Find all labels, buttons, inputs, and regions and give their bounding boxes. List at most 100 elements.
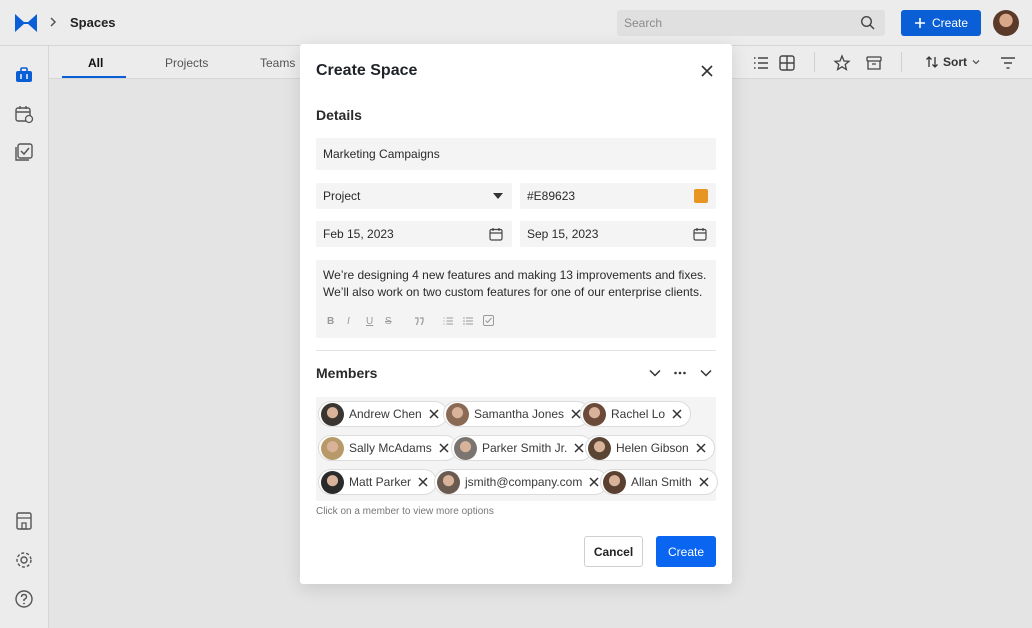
checklist-icon[interactable] [14, 142, 34, 162]
color-hex-input[interactable]: #E89623 [520, 183, 716, 209]
start-date-input[interactable]: Feb 15, 2023 [316, 221, 512, 247]
tab-teams[interactable]: Teams [260, 56, 295, 70]
toolbar-divider [814, 52, 815, 72]
building-icon[interactable] [14, 511, 34, 531]
remove-member-icon[interactable] [417, 476, 429, 488]
remove-member-icon[interactable] [573, 442, 585, 454]
create-button[interactable]: Create [901, 10, 981, 36]
sidebar [0, 46, 49, 628]
create-space-dialog: Create Space Details Marketing Campaigns… [300, 44, 732, 584]
app-logo-icon[interactable] [14, 11, 38, 35]
member-avatar [454, 436, 477, 460]
sort-button[interactable]: Sort [925, 55, 981, 69]
settings-gear-icon[interactable] [14, 550, 34, 570]
member-chip[interactable]: jsmith@company.com [434, 469, 609, 495]
member-chip[interactable]: Parker Smith Jr. [451, 435, 594, 461]
color-hex-value: #E89623 [527, 189, 576, 203]
create-button-label: Create [931, 16, 969, 30]
help-icon[interactable] [14, 589, 34, 609]
ordered-list-icon[interactable] [443, 316, 453, 326]
space-name-value: Marketing Campaigns [323, 147, 440, 161]
member-name: Andrew Chen [349, 407, 422, 421]
remove-member-icon[interactable] [438, 442, 450, 454]
remove-member-icon[interactable] [428, 408, 440, 420]
description-text[interactable]: We’re designing 4 new features and makin… [323, 267, 713, 301]
member-avatar [603, 470, 626, 494]
section-divider [316, 350, 716, 351]
details-heading: Details [316, 107, 362, 123]
search-input[interactable]: Search [617, 10, 885, 36]
calendar-icon[interactable] [693, 227, 707, 241]
plus-icon [914, 18, 925, 28]
members-heading: Members [316, 365, 378, 381]
calendar-clock-icon[interactable] [14, 104, 34, 124]
toolbar-divider [901, 52, 902, 72]
italic-button[interactable]: I [347, 316, 350, 327]
member-avatar [437, 470, 460, 494]
member-name: jsmith@company.com [465, 475, 583, 489]
sort-label: Sort [943, 55, 967, 69]
top-bar: Spaces Search Create [0, 0, 1032, 46]
active-tab-indicator [62, 76, 126, 78]
member-name: Allan Smith [631, 475, 692, 489]
collapse-members-icon[interactable] [699, 366, 713, 380]
dialog-title: Create Space [316, 62, 418, 79]
description-line-2: We’ll also work on two custom features f… [323, 285, 703, 299]
member-chip[interactable]: Sally McAdams [318, 435, 458, 461]
caret-down-icon [493, 193, 503, 199]
calendar-icon[interactable] [489, 227, 503, 241]
space-name-input[interactable]: Marketing Campaigns [316, 138, 716, 170]
member-chip[interactable]: Matt Parker [318, 469, 438, 495]
app-title: Spaces [70, 15, 116, 30]
member-name: Matt Parker [349, 475, 412, 489]
end-date-value: Sep 15, 2023 [527, 227, 599, 241]
tab-projects[interactable]: Projects [165, 56, 208, 70]
description-editor[interactable]: We’re designing 4 new features and makin… [316, 260, 716, 338]
color-swatch[interactable] [694, 189, 708, 203]
archive-icon[interactable] [865, 54, 883, 72]
briefcase-icon[interactable] [14, 65, 34, 85]
remove-member-icon[interactable] [588, 476, 600, 488]
member-avatar [321, 402, 344, 426]
chevron-right-icon [50, 17, 57, 27]
member-chip[interactable]: Samantha Jones [443, 401, 591, 427]
member-chip[interactable]: Allan Smith [600, 469, 718, 495]
filter-icon[interactable] [999, 54, 1017, 72]
space-type-select[interactable]: Project [316, 183, 512, 209]
close-icon[interactable] [699, 63, 715, 79]
star-icon[interactable] [833, 54, 851, 72]
quote-icon[interactable] [414, 317, 424, 326]
tab-all[interactable]: All [88, 56, 103, 70]
member-chip[interactable]: Andrew Chen [318, 401, 448, 427]
remove-member-icon[interactable] [698, 476, 710, 488]
bold-button[interactable]: B [327, 316, 334, 327]
member-chip[interactable]: Rachel Lo [580, 401, 692, 427]
member-name: Sally McAdams [349, 441, 432, 455]
list-view-icon[interactable] [752, 54, 770, 72]
member-chip[interactable]: Helen Gibson [585, 435, 715, 461]
grid-view-icon[interactable] [778, 54, 796, 72]
remove-member-icon[interactable] [695, 442, 707, 454]
members-hint: Click on a member to view more options [316, 506, 494, 517]
member-name: Helen Gibson [616, 441, 689, 455]
create-space-button[interactable]: Create [656, 536, 716, 567]
member-name: Parker Smith Jr. [482, 441, 568, 455]
search-icon[interactable] [860, 15, 876, 31]
chevron-down-icon[interactable] [648, 366, 662, 380]
member-avatar [321, 436, 344, 460]
member-avatar [588, 436, 611, 460]
user-avatar[interactable] [993, 10, 1019, 36]
remove-member-icon[interactable] [671, 408, 683, 420]
more-options-icon[interactable] [673, 366, 687, 380]
end-date-input[interactable]: Sep 15, 2023 [520, 221, 716, 247]
start-date-value: Feb 15, 2023 [323, 227, 394, 241]
checkbox-icon[interactable] [483, 315, 494, 326]
sort-arrows-icon [926, 56, 938, 68]
chevron-down-icon [972, 60, 980, 65]
cancel-button[interactable]: Cancel [584, 536, 643, 567]
strikethrough-button[interactable]: S [385, 316, 392, 327]
search-placeholder: Search [624, 16, 663, 30]
member-avatar [583, 402, 606, 426]
underline-button[interactable]: U [366, 316, 373, 327]
bullet-list-icon[interactable] [463, 316, 473, 326]
